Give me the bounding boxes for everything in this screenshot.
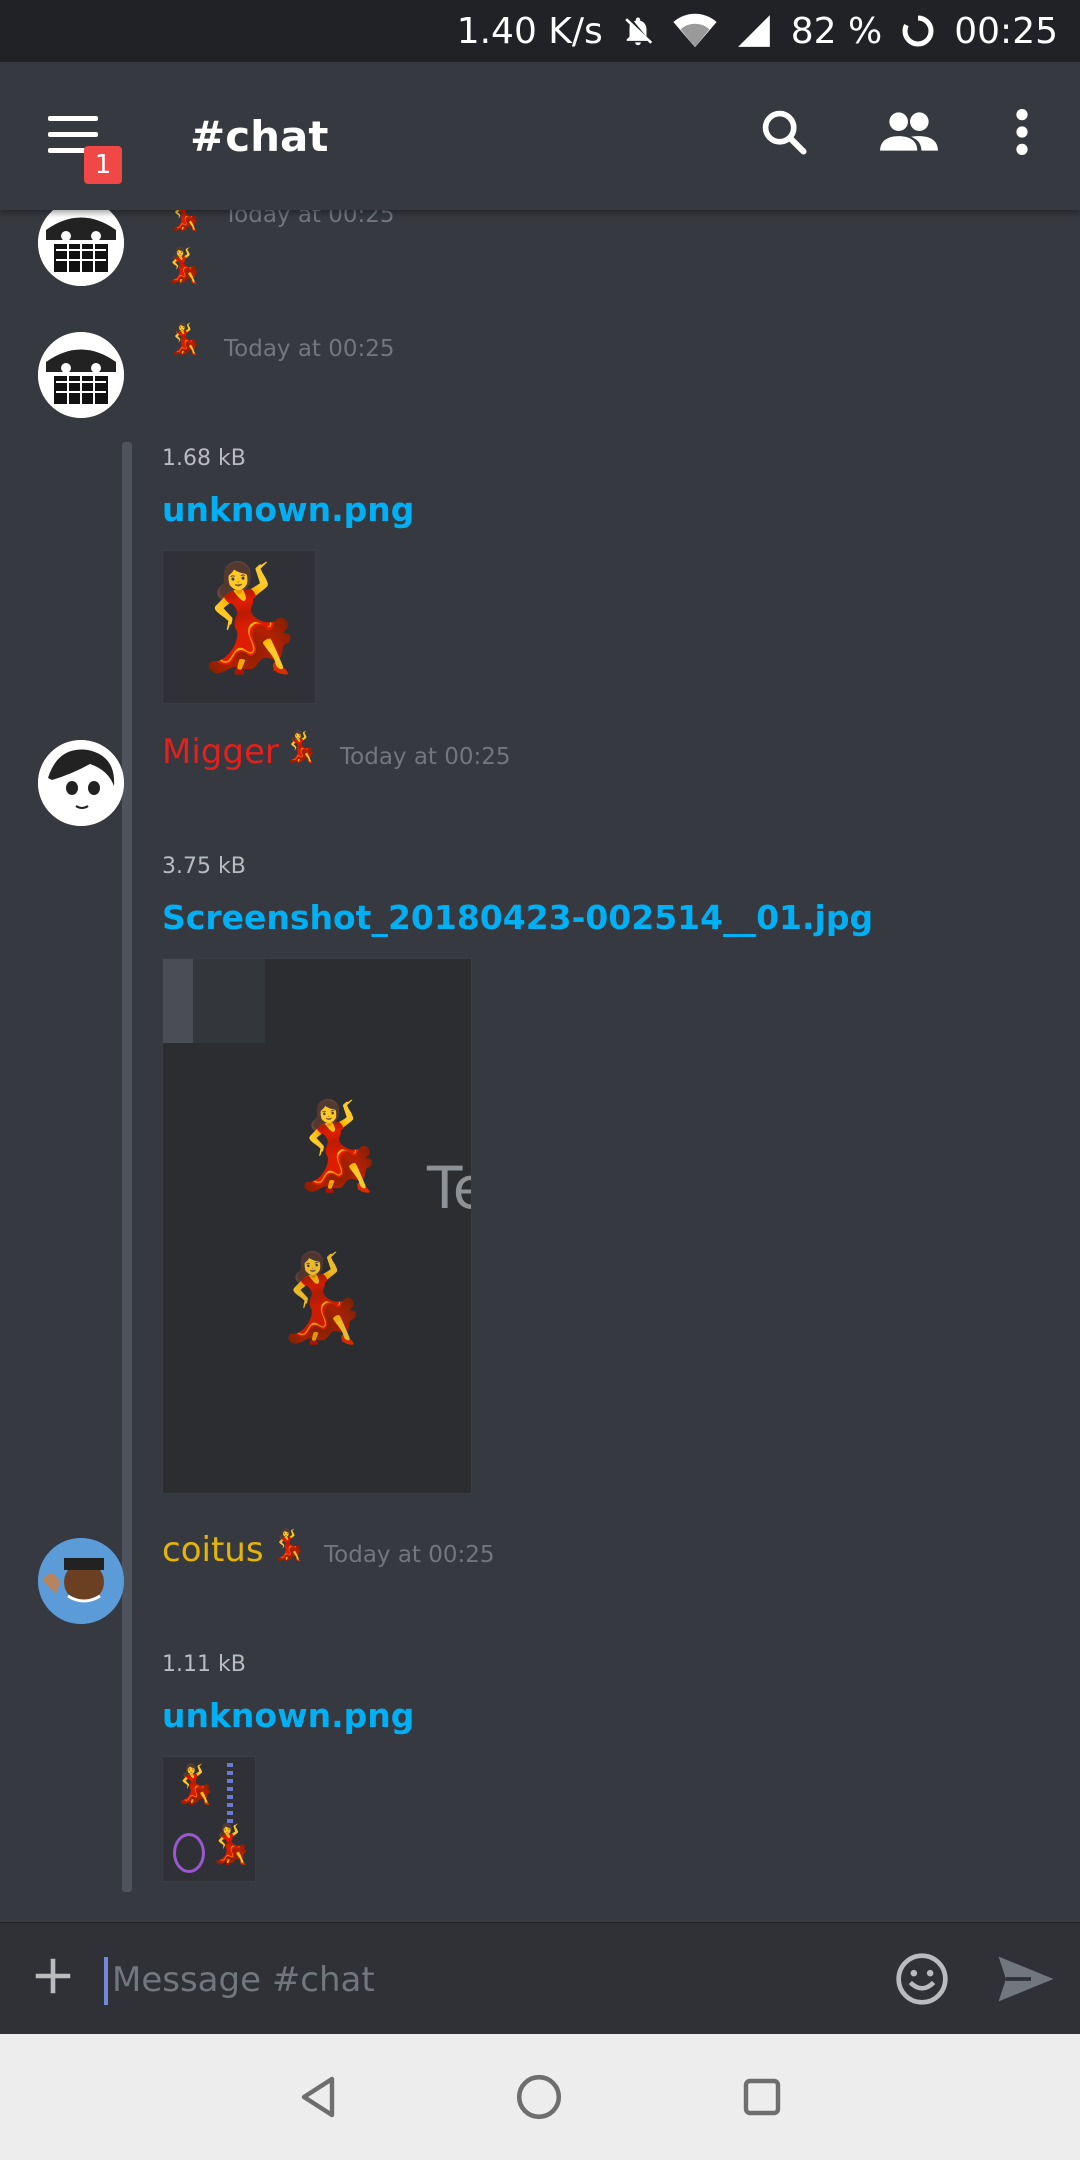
network-speed: 1.40 K/s: [456, 10, 603, 52]
dancer-image: 💃: [283, 1096, 391, 1196]
unread-badge: 1: [84, 146, 122, 184]
dancer-image: 💃: [267, 1248, 375, 1348]
attachment-thumbnail[interactable]: 💃 💃 Te: [162, 958, 472, 1494]
dancer-image: 💃: [171, 1762, 219, 1806]
file-link[interactable]: unknown.png: [162, 1696, 414, 1735]
role-emoji: 💃: [166, 322, 204, 357]
attachment-thumbnail[interactable]: 💃: [162, 550, 316, 704]
members-icon[interactable]: [878, 106, 940, 162]
notifications-off-icon: [621, 14, 655, 48]
username[interactable]: Migger: [162, 732, 279, 772]
emoji-picker-icon[interactable]: [894, 1951, 950, 2011]
role-emoji: 💃: [270, 1528, 308, 1563]
file-size: 1.68 kB: [162, 446, 246, 471]
file-size: 1.11 kB: [162, 1652, 246, 1677]
embed-divider: [122, 442, 132, 912]
send-icon[interactable]: [996, 1953, 1056, 2009]
timestamp: Today at 00:25: [340, 744, 511, 770]
more-options-icon[interactable]: [1006, 106, 1038, 162]
wifi-icon: [673, 13, 717, 49]
battery-level: 82 %: [790, 10, 883, 52]
dancer-image: 💃: [183, 556, 313, 678]
page-title: #chat: [190, 112, 329, 161]
message-list[interactable]: 💃 Today at 00:25 💃 💃 Today at 00:25 1.68…: [0, 210, 1080, 1922]
system-nav-bar: [0, 2034, 1080, 2160]
avatar[interactable]: [38, 332, 124, 418]
status-bar: 1.40 K/s 82 % 00:25: [0, 0, 1080, 62]
avatar[interactable]: [38, 1538, 124, 1624]
role-emoji: 💃: [282, 730, 320, 765]
username[interactable]: coitus: [162, 1530, 264, 1570]
battery-ring-icon: [900, 13, 936, 49]
back-icon[interactable]: [294, 2072, 342, 2126]
text-caret: [104, 1957, 108, 2005]
add-attachment-icon[interactable]: [30, 1953, 76, 2003]
timestamp: Today at 00:25: [324, 1542, 495, 1568]
clock: 00:25: [954, 10, 1058, 52]
file-link[interactable]: Screenshot_20180423-002514__01.jpg: [162, 898, 873, 937]
avatar[interactable]: [38, 210, 124, 286]
glyph-strip: [227, 1763, 233, 1823]
message-composer: [0, 1922, 1080, 2035]
attachment-thumbnail[interactable]: 💃 💃: [162, 1756, 256, 1882]
avatar[interactable]: [38, 740, 124, 826]
timestamp: Today at 00:25: [224, 210, 395, 228]
home-icon[interactable]: [514, 2072, 564, 2126]
recents-icon[interactable]: [738, 2072, 786, 2126]
message-emoji: 💃: [162, 246, 205, 286]
cropped-text: Te: [427, 1154, 471, 1222]
message-input[interactable]: [110, 1947, 854, 2013]
swirl-icon: [173, 1833, 205, 1873]
file-link[interactable]: unknown.png: [162, 490, 414, 529]
search-icon[interactable]: [758, 106, 810, 162]
signal-icon: [735, 12, 773, 50]
timestamp: Today at 00:25: [224, 336, 395, 362]
dancer-image: 💃: [207, 1822, 255, 1866]
file-size: 3.75 kB: [162, 854, 246, 879]
embed-divider: [122, 1648, 132, 1892]
role-emoji: 💃: [166, 210, 204, 233]
